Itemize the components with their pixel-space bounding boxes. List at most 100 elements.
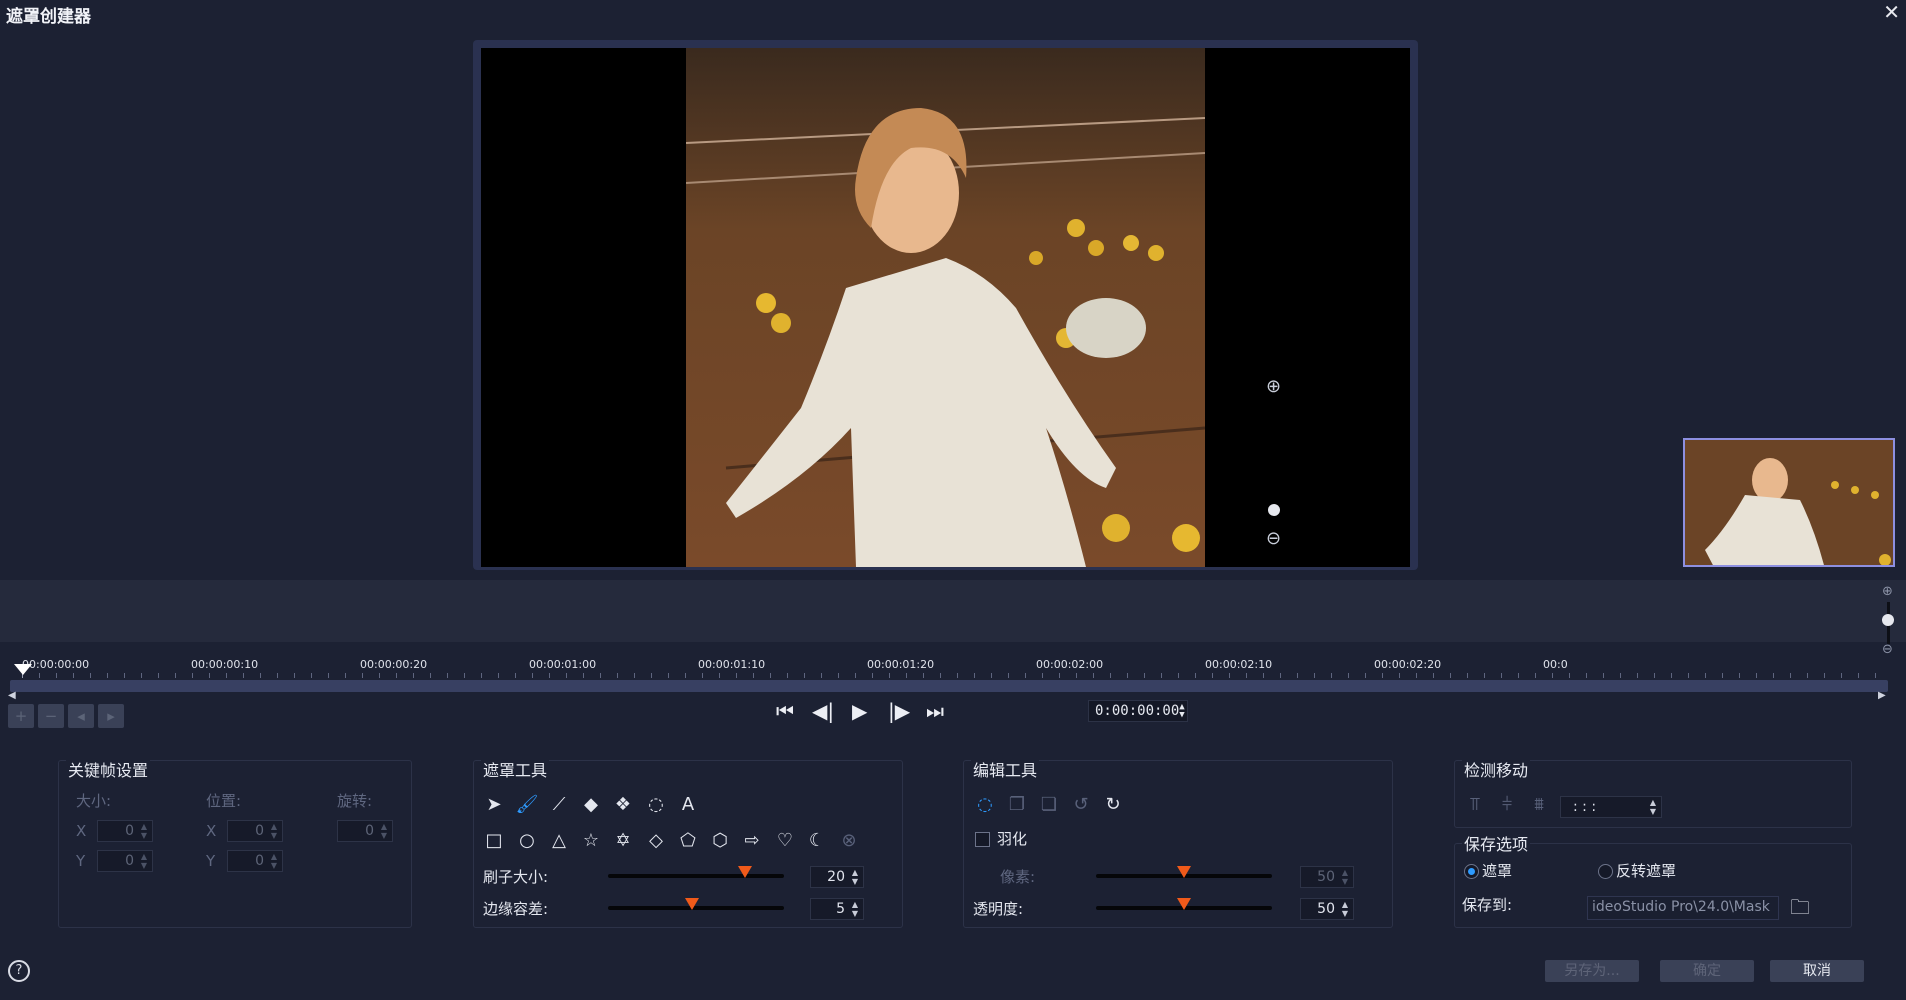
smart-brush-icon[interactable]: ⟋ — [546, 792, 572, 818]
step-forward-icon[interactable]: |▶ — [888, 699, 910, 723]
track-center-icon[interactable]: ⫩ — [1494, 792, 1520, 818]
scroll-left-icon[interactable]: ◀ — [8, 690, 16, 701]
frame-thumbnail[interactable] — [1683, 438, 1895, 567]
copy-icon[interactable]: ❐ — [1004, 792, 1030, 818]
zoom-slider-handle[interactable] — [1268, 504, 1280, 516]
timeline-scrubber[interactable] — [10, 680, 1888, 692]
brush-size-knob[interactable] — [738, 866, 753, 878]
size-x-input[interactable]: 0 ▲ ▼ — [97, 820, 153, 842]
next-keyframe-button[interactable]: ▸ — [98, 704, 124, 728]
hexagon-shape-icon[interactable]: ⬡ — [707, 828, 733, 854]
timeline-tick-label: 00:00:01:10 — [698, 658, 766, 671]
ellipse-shape-icon[interactable]: ○ — [514, 828, 540, 854]
invert-mask-radio[interactable] — [1598, 864, 1613, 879]
size-x-label: X — [76, 822, 87, 840]
close-icon[interactable]: ✕ — [1883, 0, 1900, 24]
timeline-tick — [583, 673, 584, 678]
pixel-input[interactable]: 50 ▲ ▼ — [1300, 866, 1354, 888]
clear-shape-icon[interactable]: ⊗ — [836, 828, 862, 854]
ok-button[interactable]: 确定 — [1660, 960, 1754, 982]
timeline-ruler[interactable]: 00:00:00:00 00:00:00:10 00:00:00:20 00:00:0… — [8, 650, 1888, 680]
hexagram-shape-icon[interactable]: ✡ — [610, 828, 636, 854]
folder-browse-icon[interactable]: 🗀 — [1787, 894, 1813, 920]
timeline-tick — [1450, 673, 1451, 678]
play-icon[interactable]: ▶ — [852, 699, 867, 723]
triangle-shape-icon[interactable]: △ — [546, 828, 572, 854]
pos-x-label: X — [206, 822, 217, 840]
select-arrow-icon[interactable]: ➤ — [481, 792, 507, 818]
brush-size-slider[interactable] — [608, 866, 784, 878]
smart-eraser-icon[interactable]: ❖ — [610, 792, 636, 818]
eraser-icon[interactable]: ◆ — [578, 792, 604, 818]
prev-keyframe-button[interactable]: ◂ — [68, 704, 94, 728]
remove-keyframe-button[interactable]: − — [38, 704, 64, 728]
timeline-tick-label: 00:00:00:20 — [360, 658, 428, 671]
step-back-icon[interactable]: ◀| — [812, 699, 834, 723]
edge-tolerance-knob[interactable] — [685, 898, 700, 910]
opacity-knob[interactable] — [1177, 898, 1191, 910]
preview-image[interactable] — [686, 48, 1205, 567]
keyframe-settings-panel — [58, 760, 412, 928]
size-y-input[interactable]: 0 ▲ ▼ — [97, 850, 153, 872]
star-shape-icon[interactable]: ☆ — [578, 828, 604, 854]
track-zoom-in-icon[interactable]: ⊕ — [1882, 584, 1893, 599]
scroll-right-icon[interactable]: ▶ — [1878, 690, 1886, 701]
zoom-in-icon[interactable]: ⊕ — [1266, 376, 1281, 397]
edge-tolerance-slider[interactable] — [608, 898, 784, 910]
paste-icon[interactable]: ❏ — [1036, 792, 1062, 818]
timeline-tick — [379, 673, 380, 678]
arrow-shape-icon[interactable]: ⇨ — [739, 828, 765, 854]
timecode-field[interactable]: 0:00:00:00 ▲ ▼ — [1088, 700, 1188, 722]
redo-icon[interactable]: ↻ — [1100, 792, 1126, 818]
go-to-start-icon[interactable]: ⏮ — [776, 699, 794, 723]
timeline-tick — [1331, 673, 1332, 678]
lasso-icon[interactable]: ◌ — [643, 792, 669, 818]
timeline-tick — [107, 673, 108, 678]
timecode-spin-icon[interactable]: ▲ ▼ — [1179, 703, 1184, 720]
feather-checkbox[interactable] — [975, 832, 990, 847]
select-mask-icon[interactable]: ◌ — [972, 792, 998, 818]
track-up-icon[interactable]: ⫪ — [1462, 792, 1488, 818]
motion-detect-title: 检测移动 — [1462, 757, 1531, 781]
save-path-field[interactable]: ideoStudio Pro\24.0\Mask — [1587, 896, 1779, 920]
add-keyframe-button[interactable]: + — [8, 704, 34, 728]
timeline-tick — [1382, 673, 1383, 678]
go-to-end-icon[interactable]: ⏭ — [926, 699, 944, 723]
brush-size-input[interactable]: 20 ▲ ▼ — [810, 866, 864, 888]
track-down-icon[interactable]: ⩩ — [1526, 792, 1552, 818]
diamond-shape-icon[interactable]: ◇ — [643, 828, 669, 854]
window-title: 遮罩创建器 — [6, 7, 91, 27]
cancel-button[interactable]: 取消 — [1770, 960, 1864, 982]
playhead-marker[interactable] — [14, 664, 32, 675]
timeline-tick — [1144, 673, 1145, 678]
opacity-slider[interactable] — [1096, 898, 1272, 910]
timeline-tick — [328, 673, 329, 678]
pentagon-shape-icon[interactable]: ⬠ — [675, 828, 701, 854]
motion-time-input[interactable]: : : : ▲ ▼ — [1560, 796, 1662, 818]
timeline-tick — [430, 673, 431, 678]
moon-shape-icon[interactable]: ☾ — [804, 828, 830, 854]
timeline-tick-label: 00:00:02:10 — [1205, 658, 1273, 671]
pixel-slider[interactable] — [1096, 866, 1272, 878]
mask-radio[interactable] — [1464, 864, 1479, 879]
pos-y-input[interactable]: 0 ▲ ▼ — [227, 850, 283, 872]
timeline-tick — [464, 673, 465, 678]
rotation-input[interactable]: 0 ▲ ▼ — [337, 820, 393, 842]
save-as-button[interactable]: 另存为... — [1545, 960, 1639, 982]
zoom-out-icon[interactable]: ⊖ — [1266, 528, 1281, 549]
help-icon[interactable]: ? — [8, 960, 30, 982]
timeline-tick — [1501, 673, 1502, 678]
opacity-input[interactable]: 50 ▲ ▼ — [1300, 898, 1354, 920]
track-zoom-handle[interactable] — [1882, 614, 1894, 626]
heart-shape-icon[interactable]: ♡ — [772, 828, 798, 854]
pos-x-input[interactable]: 0 ▲ ▼ — [227, 820, 283, 842]
pixel-knob[interactable] — [1177, 866, 1191, 878]
pixel-label: 像素: — [1000, 868, 1036, 886]
mask-track[interactable] — [0, 580, 1906, 642]
edge-tolerance-input[interactable]: 5 ▲ ▼ — [810, 898, 864, 920]
position-label: 位置: — [206, 792, 242, 810]
text-tool-icon[interactable]: A — [675, 792, 701, 818]
brush-icon[interactable]: 🖌 — [514, 792, 540, 818]
rectangle-shape-icon[interactable]: □ — [481, 828, 507, 854]
undo-icon[interactable]: ↺ — [1068, 792, 1094, 818]
